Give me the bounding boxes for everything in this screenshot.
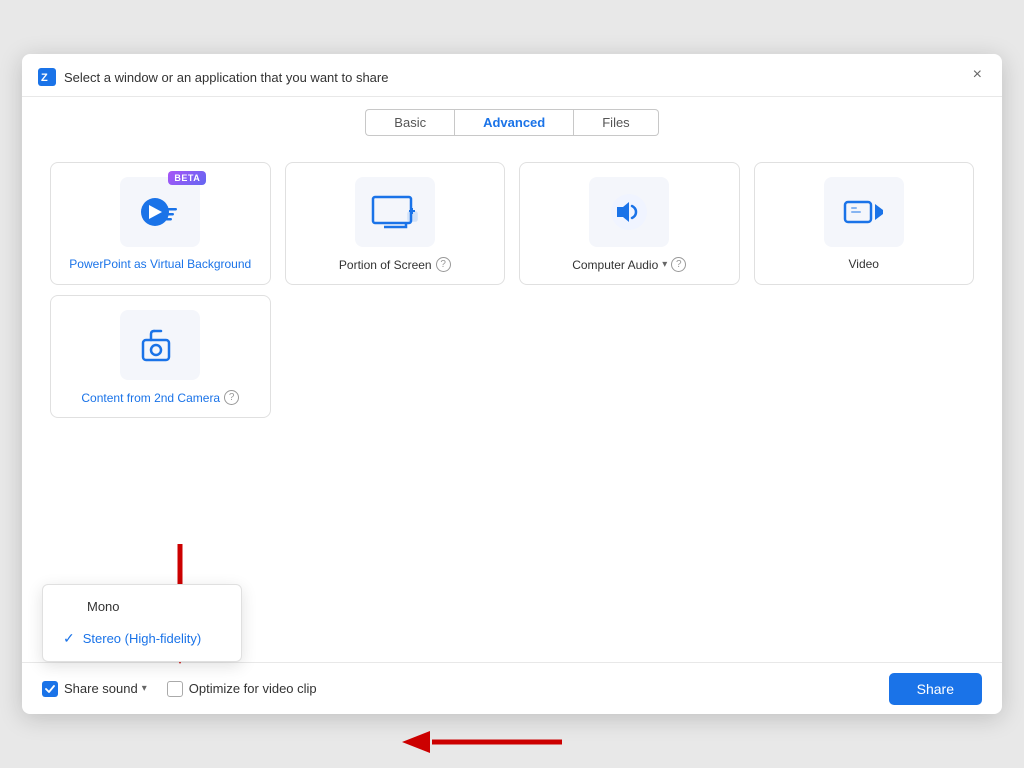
video-icon-box [824, 177, 904, 247]
audio-chevron-icon[interactable]: ▾ [662, 259, 667, 270]
share-dialog: Z Select a window or an application that… [22, 54, 1002, 714]
portion-label: Portion of Screen ? [339, 257, 451, 272]
tab-advanced[interactable]: Advanced [454, 109, 574, 136]
portion-icon [368, 190, 422, 234]
title-bar: Z Select a window or an application that… [22, 54, 1002, 97]
tab-files[interactable]: Files [574, 109, 658, 136]
video-icon [839, 190, 889, 234]
audio-icon [605, 190, 653, 234]
share-sound-chevron[interactable]: ▾ [142, 683, 147, 694]
card-grid-row1: BETA PowerPoint as Virtual Background [22, 146, 1002, 295]
video-label: Video [849, 257, 879, 271]
audio-label: Computer Audio ▾ ? [572, 257, 686, 272]
camera-help-icon[interactable]: ? [224, 390, 239, 405]
card-video[interactable]: Video [754, 162, 975, 285]
powerpoint-icon-box: BETA [120, 177, 200, 247]
tabs-bar: Basic Advanced Files [22, 97, 1002, 146]
stereo-check-icon: ✓ [63, 630, 75, 647]
zoom-icon: Z [38, 68, 56, 86]
tab-basic[interactable]: Basic [365, 109, 454, 136]
portion-icon-box [355, 177, 435, 247]
portion-help-icon[interactable]: ? [436, 257, 451, 272]
audio-help-icon[interactable]: ? [671, 257, 686, 272]
card-camera[interactable]: Content from 2nd Camera ? [50, 295, 271, 418]
card-audio[interactable]: Computer Audio ▾ ? [519, 162, 740, 285]
card-grid-row2: Content from 2nd Camera ? [22, 295, 1002, 434]
card-portion[interactable]: Portion of Screen ? [285, 162, 506, 285]
bottom-bar: Share sound ▾ Optimize for video clip Sh… [22, 662, 1002, 714]
arrow-right [402, 727, 562, 762]
dialog-title: Select a window or an application that y… [64, 70, 388, 85]
beta-badge: BETA [168, 171, 206, 185]
dropdown-menu: Mono ✓ Stereo (High-fidelity) [42, 584, 242, 662]
share-button[interactable]: Share [889, 673, 982, 705]
optimize-checkbox[interactable] [167, 681, 183, 697]
share-sound-text: Share sound ▾ [64, 681, 147, 696]
card-powerpoint[interactable]: BETA PowerPoint as Virtual Background [50, 162, 271, 285]
share-sound-label[interactable]: Share sound ▾ [42, 681, 147, 697]
camera-icon-box [120, 310, 200, 380]
svg-text:Z: Z [41, 72, 48, 84]
close-button[interactable]: × [967, 65, 988, 85]
dropdown-item-mono[interactable]: Mono [43, 591, 241, 622]
share-sound-checkbox[interactable] [42, 681, 58, 697]
powerpoint-icon [135, 190, 185, 234]
camera-icon [133, 318, 187, 372]
dropdown-item-stereo[interactable]: ✓ Stereo (High-fidelity) [43, 622, 241, 655]
powerpoint-label: PowerPoint as Virtual Background [69, 257, 251, 271]
optimize-label[interactable]: Optimize for video clip [167, 681, 317, 697]
audio-icon-box [589, 177, 669, 247]
camera-label: Content from 2nd Camera ? [81, 390, 239, 405]
